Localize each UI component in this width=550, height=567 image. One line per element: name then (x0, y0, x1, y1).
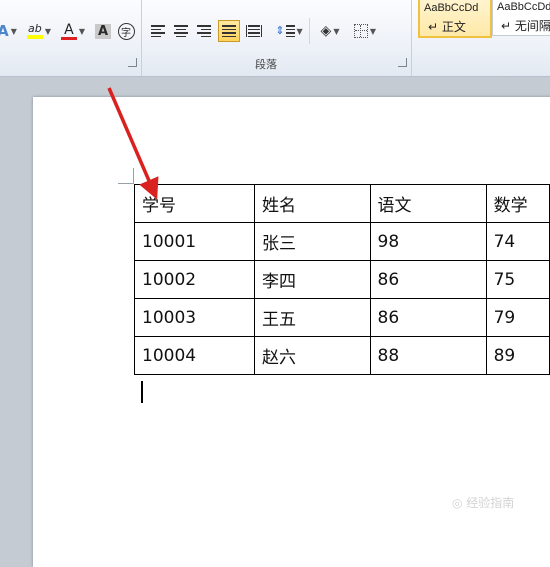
watermark-logo: ◎ 经验指南 (452, 496, 515, 510)
annotation-arrow-icon (107, 87, 159, 200)
